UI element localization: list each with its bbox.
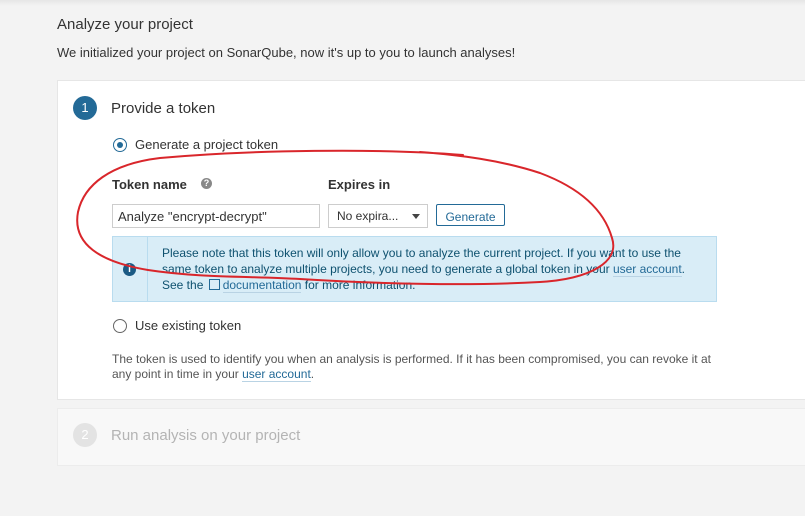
page-description: We initialized your project on SonarQube…	[57, 45, 516, 60]
top-shadow	[0, 0, 805, 6]
info-alert: i Please note that this token will only …	[112, 236, 717, 302]
external-link-icon	[208, 279, 220, 290]
token-note: The token is used to identify you when a…	[112, 352, 722, 382]
expires-in-label: Expires in	[328, 177, 391, 192]
info-text-part3: for more information.	[301, 278, 416, 292]
step-2-title: Run analysis on your project	[111, 427, 301, 444]
tutorial-page: Analyze your project We initialized your…	[0, 0, 805, 516]
step-2-number: 2	[73, 423, 97, 447]
existing-token-label[interactable]: Use existing token	[135, 318, 241, 333]
info-text-part1: Please note that this token will only al…	[162, 246, 681, 276]
documentation-link[interactable]: documentation	[222, 278, 302, 293]
token-name-label: Token name	[112, 177, 187, 192]
info-alert-text: Please note that this token will only al…	[162, 245, 707, 293]
existing-token-radio[interactable]	[113, 319, 127, 333]
page-title: Analyze your project	[57, 16, 193, 33]
generate-token-radio[interactable]	[113, 138, 127, 152]
generate-token-label[interactable]: Generate a project token	[135, 137, 278, 152]
token-name-input[interactable]	[112, 204, 320, 228]
expiration-select[interactable]: No expira...	[328, 204, 428, 228]
user-account-link[interactable]: user account	[612, 262, 682, 277]
step-1-title: Provide a token	[111, 100, 216, 117]
expiration-select-value: No expira...	[337, 209, 399, 223]
note-user-account-link[interactable]: user account	[242, 367, 311, 382]
token-note-end: .	[310, 367, 315, 381]
info-icon-column: i	[113, 237, 148, 301]
chevron-down-icon	[412, 214, 420, 219]
step-1-number: 1	[73, 96, 97, 120]
token-note-text: The token is used to identify you when a…	[112, 352, 711, 381]
question-circle-icon[interactable]: ?	[201, 178, 212, 189]
generate-button[interactable]: Generate	[436, 204, 505, 226]
info-circle-icon: i	[123, 263, 136, 276]
